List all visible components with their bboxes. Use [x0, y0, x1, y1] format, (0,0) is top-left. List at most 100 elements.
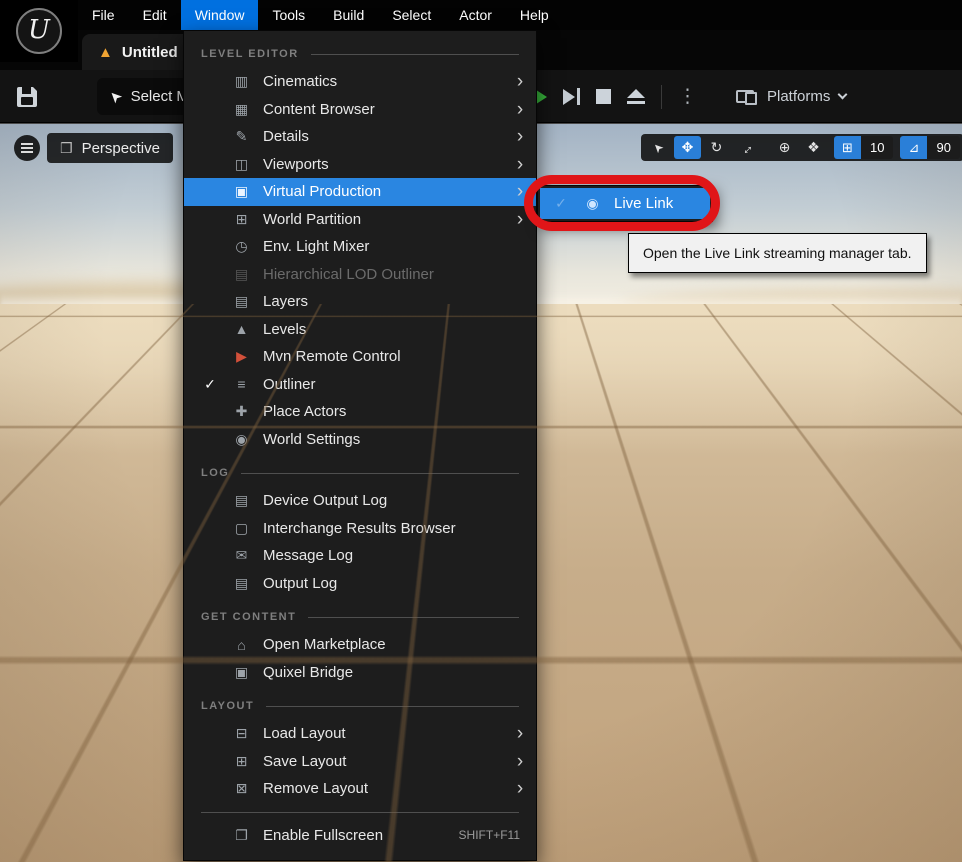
chevron-down-icon	[838, 90, 848, 100]
select-tool-button[interactable]: ➤	[645, 136, 672, 159]
menu-item-cinematics[interactable]: ▥Cinematics›	[184, 68, 536, 96]
menu-item-output-log[interactable]: ▤Output Log	[184, 570, 536, 598]
menu-item-quixel-bridge[interactable]: ▣Quixel Bridge	[184, 659, 536, 687]
play-options-menu[interactable]: ⋮	[678, 87, 697, 106]
submenu-item-live-link[interactable]: ✓ ◉ Live Link	[540, 188, 710, 219]
fullscreen-icon: ❐	[230, 827, 253, 844]
rotation-snap-control[interactable]: ⊿ 90	[900, 136, 959, 159]
save-button[interactable]	[8, 78, 46, 116]
virtual-production-submenu: ✓ ◉ Live Link	[537, 185, 713, 222]
menu-tools[interactable]: Tools	[258, 0, 319, 30]
section-heading-label: LEVEL EDITOR	[201, 48, 299, 60]
rotate-tool-button[interactable]: ↻	[703, 136, 730, 159]
menu-item-label: Virtual Production	[263, 183, 508, 200]
cube-icon: ❒	[60, 140, 73, 157]
menu-item-label: Content Browser	[263, 101, 508, 118]
place-actors-icon: ✚	[230, 403, 253, 420]
stop-button[interactable]	[596, 89, 611, 104]
menu-item-levels[interactable]: ▲Levels	[184, 316, 536, 344]
menu-item-label: Cinematics	[263, 73, 508, 90]
menu-item-label: Env. Light Mixer	[263, 238, 536, 255]
section-heading-get-content: GET CONTENT	[184, 603, 536, 631]
menu-item-message-log[interactable]: ✉Message Log	[184, 542, 536, 570]
chevron-right-icon: ›	[508, 182, 536, 201]
select-mode-label: Select M	[131, 88, 187, 105]
chevron-right-icon: ›	[508, 779, 536, 798]
menu-item-save-layout[interactable]: ⊞Save Layout›	[184, 748, 536, 776]
menu-item-remove-layout[interactable]: ⊠Remove Layout›	[184, 775, 536, 803]
menu-item-label: Quixel Bridge	[263, 664, 536, 681]
eject-button[interactable]	[627, 89, 645, 104]
menu-item-label: Layers	[263, 293, 536, 310]
menu-item-layers[interactable]: ▤ Layers	[184, 288, 536, 316]
menu-edit[interactable]: Edit	[129, 0, 181, 30]
viewport-options-button[interactable]	[14, 135, 40, 161]
platforms-dropdown[interactable]: Platforms	[736, 70, 846, 123]
menu-item-interchange-results-browser[interactable]: ▢ Interchange Results Browser	[184, 515, 536, 543]
menu-item-label: Device Output Log	[263, 492, 536, 509]
menu-item-device-output-log[interactable]: ▤Device Output Log	[184, 487, 536, 515]
menu-item-virtual-production[interactable]: ▣ Virtual Production›	[184, 178, 536, 206]
tooltip-text: Open the Live Link streaming manager tab…	[643, 245, 912, 261]
grid-snap-icon: ⊞	[834, 136, 861, 159]
menu-actor[interactable]: Actor	[445, 0, 506, 30]
level-tab-untitled[interactable]: ▲ Untitled	[82, 34, 194, 70]
platforms-label: Platforms	[767, 88, 830, 105]
message-log-icon: ✉	[230, 547, 253, 564]
menu-build[interactable]: Build	[319, 0, 378, 30]
menu-item-label: Enable Fullscreen	[263, 827, 459, 844]
play-controls: ⋮	[530, 70, 697, 123]
chevron-right-icon: ›	[508, 127, 536, 146]
move-tool-button[interactable]: ✥	[674, 136, 701, 159]
menu-item-label: Mvn Remote Control	[263, 348, 536, 365]
menu-window[interactable]: Window	[181, 0, 259, 30]
check-icon: ✓	[548, 195, 574, 212]
menu-item-label: Interchange Results Browser	[263, 520, 536, 537]
menu-file[interactable]: File	[78, 0, 129, 30]
levels-icon: ▲	[230, 321, 253, 337]
menu-item-world-partition[interactable]: ⊞World Partition›	[184, 206, 536, 234]
toolbar-divider	[661, 85, 662, 109]
menu-item-label: Output Log	[263, 575, 536, 592]
menu-item-label: Viewports	[263, 156, 508, 173]
menu-item-content-browser[interactable]: ▦Content Browser›	[184, 96, 536, 124]
menu-item-label: Details	[263, 128, 508, 145]
menu-item-load-layout[interactable]: ⊟Load Layout›	[184, 720, 536, 748]
surface-snap-icon: ❖	[807, 139, 820, 156]
menu-item-world-settings[interactable]: ◉World Settings	[184, 426, 536, 454]
menu-item-details[interactable]: ✎ Details›	[184, 123, 536, 151]
menu-select[interactable]: Select	[378, 0, 445, 30]
world-settings-icon: ◉	[230, 431, 253, 448]
scale-tool-button[interactable]: ↔	[732, 136, 759, 159]
menu-help[interactable]: Help	[506, 0, 563, 30]
world-space-button[interactable]: ⊕	[771, 136, 798, 159]
layers-icon: ▤	[230, 293, 253, 310]
menu-item-enable-fullscreen[interactable]: ❐ Enable FullscreenSHIFT+F11	[184, 822, 536, 850]
save-layout-icon: ⊞	[230, 753, 253, 770]
menu-item-mvn-remote-control[interactable]: ▶Mvn Remote Control	[184, 343, 536, 371]
load-layout-icon: ⊟	[230, 725, 253, 742]
select-mode-dropdown[interactable]: ➤ Select M	[97, 78, 187, 115]
menu-item-label: Remove Layout	[263, 780, 508, 797]
perspective-label: Perspective	[82, 140, 160, 157]
section-heading-label: GET CONTENT	[201, 611, 296, 623]
content-browser-icon: ▦	[230, 101, 253, 118]
grid-snap-control[interactable]: ⊞ 10	[834, 136, 893, 159]
menu-item-outliner[interactable]: ✓≡Outliner	[184, 371, 536, 399]
interchange-results-icon: ▢	[230, 520, 253, 537]
menu-item-place-actors[interactable]: ✚Place Actors	[184, 398, 536, 426]
menu-item-label: Open Marketplace	[263, 636, 536, 653]
shortcut-label: SHIFT+F11	[459, 828, 520, 842]
perspective-dropdown[interactable]: ❒ Perspective	[47, 133, 173, 163]
section-heading-layout: LAYOUT	[184, 692, 536, 720]
menu-item-env-light-mixer[interactable]: ◷Env. Light Mixer	[184, 233, 536, 261]
chevron-right-icon: ›	[508, 724, 536, 743]
virtual-production-icon: ▣	[230, 183, 253, 200]
section-heading-level-editor: LEVEL EDITOR	[184, 40, 536, 68]
step-forward-button[interactable]	[563, 88, 580, 105]
menu-bar: File Edit Window Tools Build Select Acto…	[0, 0, 962, 30]
menu-item-open-marketplace[interactable]: ⌂Open Marketplace	[184, 631, 536, 659]
surface-snap-button[interactable]: ❖	[800, 136, 827, 159]
details-icon: ✎	[230, 128, 253, 145]
menu-item-viewports[interactable]: ◫Viewports›	[184, 151, 536, 179]
